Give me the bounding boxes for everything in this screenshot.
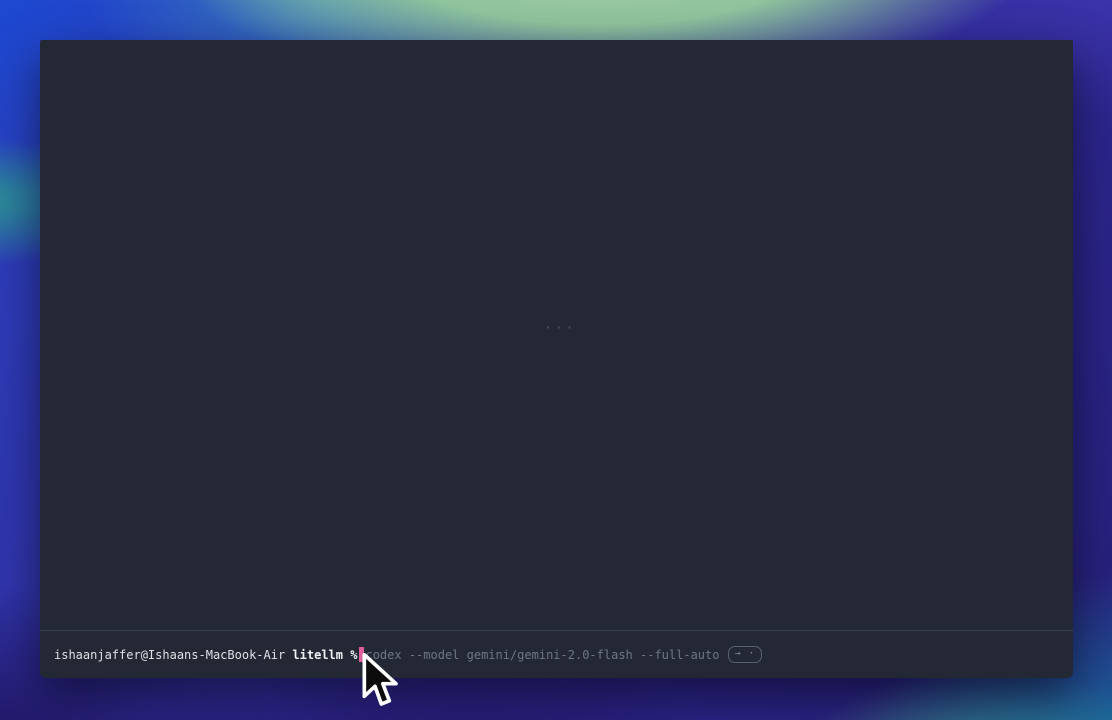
prompt-directory: litellm [292, 648, 343, 662]
terminal-output-area[interactable]: ··· [40, 40, 1073, 630]
mouse-pointer-icon [361, 653, 401, 713]
prompt-user-host: ishaanjaffer@Ishaans-MacBook-Air [54, 648, 285, 662]
prompt-symbol: % [350, 648, 357, 662]
loading-ellipsis: ··· [544, 321, 576, 336]
terminal-window[interactable]: ··· ishaanjaffer@Ishaans-MacBook-Air lit… [40, 40, 1073, 678]
autosuggestion-text: codex --model gemini/gemini-2.0-flash --… [365, 648, 719, 662]
command-prompt-line[interactable]: ishaanjaffer@Ishaans-MacBook-Air litellm… [40, 631, 1073, 678]
accept-suggestion-key-hint: → · [728, 646, 761, 663]
